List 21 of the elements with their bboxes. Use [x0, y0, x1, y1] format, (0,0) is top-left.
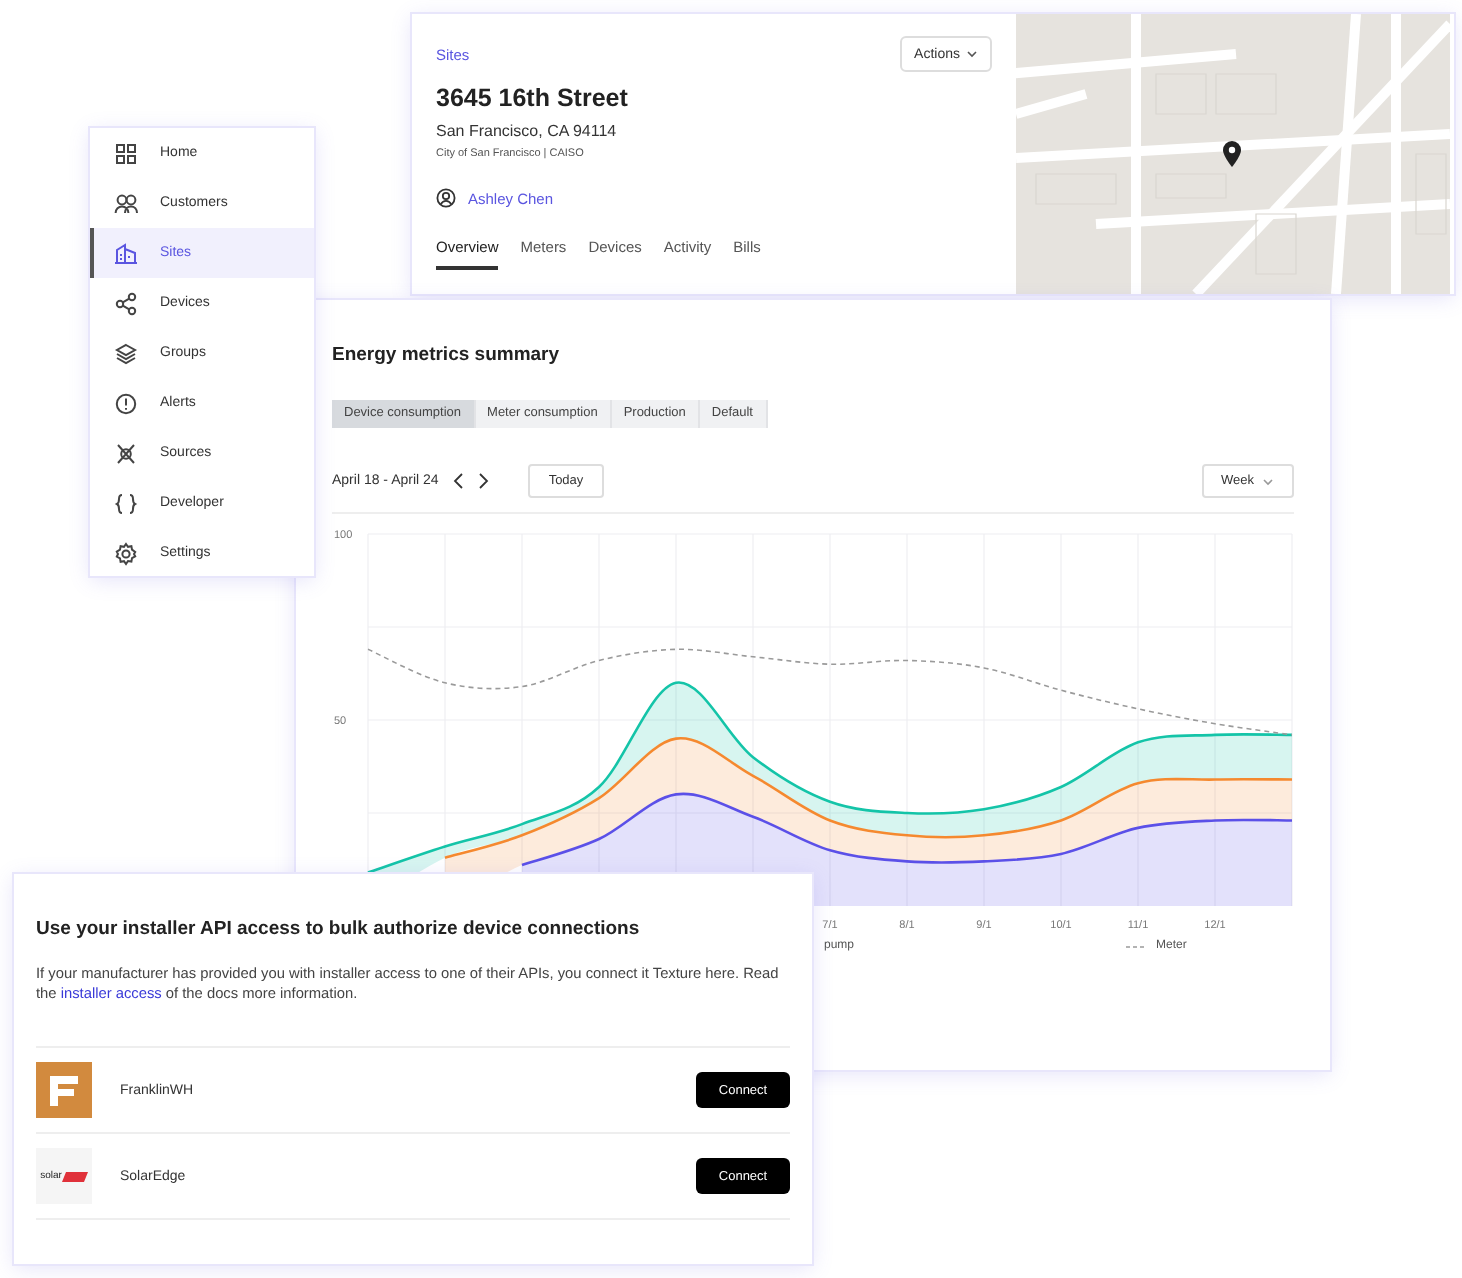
nodes-icon	[114, 291, 138, 315]
dashed-line-icon	[1126, 943, 1145, 949]
chevron-right-icon[interactable]	[478, 472, 491, 490]
letter-logo-icon	[36, 1062, 92, 1118]
card-title: Use your installer API access to bulk authorize device connections	[36, 918, 642, 940]
chevron-left-icon[interactable]	[452, 472, 465, 490]
building-icon	[114, 241, 138, 265]
plug-icon	[114, 441, 138, 465]
site-address: San Francisco, CA 94114	[436, 122, 619, 140]
braces-icon	[114, 491, 138, 515]
caret-icon	[1262, 477, 1274, 485]
grid-icon	[114, 141, 138, 165]
layers-icon	[114, 341, 138, 365]
settings-icon	[114, 541, 138, 565]
user-icon	[436, 188, 456, 208]
map-pin-icon	[1222, 140, 1242, 168]
site-title: 3645 16th Street	[436, 84, 630, 112]
section-title: Energy metrics summary	[332, 344, 562, 366]
alert-icon	[114, 391, 138, 415]
people-icon	[114, 191, 138, 215]
caret-icon	[966, 50, 978, 58]
